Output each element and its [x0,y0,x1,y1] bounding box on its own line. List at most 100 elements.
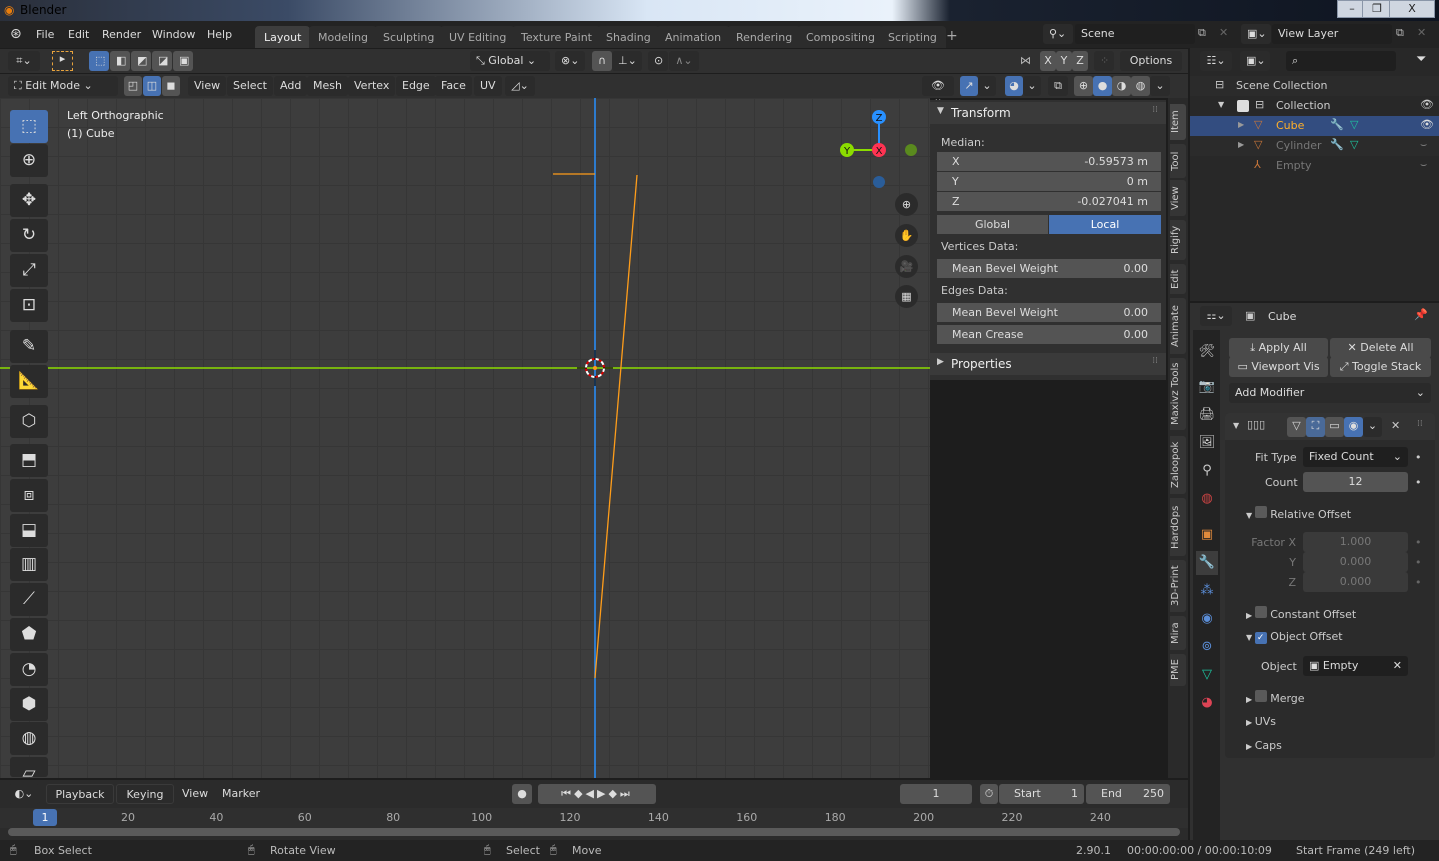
tool-scale[interactable]: ⤢ [10,254,48,287]
current-frame-field[interactable]: 1 [900,784,972,804]
overlays-dropdown-icon[interactable]: ⌄ [1023,76,1041,96]
keyframe-dot-icon[interactable]: • [1415,451,1422,464]
viewport-menu-mesh[interactable]: Mesh [307,76,348,96]
transform-orientation-dropdown[interactable]: ⤡ Global ⌄ [470,51,550,71]
modifier-header[interactable]: ▼ ▯▯▯ ▽ ⛶ ▭ ◉ ⌄ ✕ ⁞⁞ [1225,413,1435,440]
select-subtract-icon[interactable]: ◩ [131,51,151,71]
delete-scene-icon[interactable]: ✕ [1219,26,1228,39]
tool-loop-cut[interactable]: ▥ [10,548,48,581]
tool-cursor[interactable]: ⊕ [10,144,48,177]
properties-tab-material[interactable]: ◕ [1196,691,1218,715]
viewport-menu-vertex[interactable]: Vertex [348,76,396,96]
toggle-stack-button[interactable]: ⤢ Toggle Stack [1330,357,1431,377]
snap-toggle-icon[interactable]: ∩ [592,51,612,71]
tool-poly-build[interactable]: ⬟ [10,618,48,651]
outliner-item-cylinder[interactable]: ▶ ▽ Cylinder 🔧 ▽ ⌣ [1190,136,1439,156]
tool-shrink-fatten[interactable]: ◍ [10,722,48,755]
modifier-wrench-icon[interactable]: 🔧 [1330,138,1344,151]
tool-annotate[interactable]: ✎ [10,330,48,363]
pan-hand-icon[interactable]: ✋ [895,224,918,247]
stopwatch-icon[interactable]: ⏱ [980,784,998,804]
drag-handle-icon[interactable]: ⁞⁞ [1152,356,1158,366]
sidebar-tab-tool[interactable]: Tool [1170,144,1186,178]
properties-tab-physics[interactable]: ◉ [1196,607,1218,631]
editor-type-icon[interactable]: ⌗⌄ [8,51,40,71]
relative-offset-toggle[interactable]: ▼ Relative Offset [1246,506,1351,521]
blender-menu-icon[interactable]: ⊛ [10,26,22,42]
viewport-toggle-icon[interactable]: ▭ [1325,417,1344,437]
viewport-vis-button[interactable]: ▭ Viewport Vis [1229,357,1328,377]
expand-icon[interactable]: ▶ [1238,140,1244,149]
filter-icon[interactable]: ⏷ [1416,52,1426,67]
face-select-icon[interactable]: ◼ [162,76,180,96]
wireframe-shading-icon[interactable]: ⊕ [1074,76,1093,96]
viewport-menu-view[interactable]: View [188,76,227,96]
menu-help[interactable]: Help [207,28,232,41]
tab-compositing[interactable]: Compositing [797,26,884,48]
tab-scripting[interactable]: Scripting [879,26,946,48]
render-toggle-icon[interactable]: ◉ [1344,417,1363,437]
tab-texture-paint[interactable]: Texture Paint [512,26,601,48]
vertex-bevel-weight-field[interactable]: Mean Bevel Weight 0.00 [937,259,1161,278]
edge-select-icon[interactable]: ◫ [143,76,161,96]
timeline-editor-type-icon[interactable]: ◐⌄ [8,784,40,804]
copy-scene-icon[interactable]: ⧉ [1198,26,1206,40]
median-z-field[interactable]: Z -0.027041 m [937,192,1161,211]
material-shading-icon[interactable]: ◑ [1112,76,1131,96]
relative-offset-checkbox[interactable] [1254,506,1267,518]
tab-uv-editing[interactable]: UV Editing [440,26,516,48]
view-layer-icon[interactable]: ▣⌄ [1241,24,1271,44]
close-button[interactable]: X [1389,0,1435,18]
tool-spin[interactable]: ◔ [10,653,48,686]
timeline-scrollbar[interactable] [8,828,1180,836]
menu-render[interactable]: Render [102,28,141,41]
sidebar-tab-pme[interactable]: PME [1170,654,1186,686]
properties-tab-tool[interactable]: 🛠 [1196,340,1218,364]
object-offset-toggle[interactable]: ▼ ✓ Object Offset [1246,630,1343,644]
tool-measure[interactable]: 📐 [10,365,48,398]
gizmo-toggle-icon[interactable]: ↗ [960,76,978,96]
collection-checkbox[interactable] [1237,100,1249,112]
viewport-menu-add[interactable]: Add [274,76,308,96]
edit-mode-toggle-icon[interactable]: ▽ [1287,417,1306,437]
median-x-field[interactable]: X -0.59573 m [937,152,1161,171]
object-offset-checkbox[interactable]: ✓ [1254,632,1267,644]
eye-icon[interactable]: 👁 [1420,118,1434,131]
tool-rotate[interactable]: ↻ [10,219,48,252]
select-intersect-icon[interactable]: ▣ [173,51,193,71]
viewport-menu-select[interactable]: Select [227,76,273,96]
tool-transform[interactable]: ⊡ [10,289,48,322]
tool-shear[interactable]: ▱ [10,757,48,783]
properties-panel-header[interactable]: ▶ Properties ⁞⁞ [930,353,1166,375]
camera-view-icon[interactable]: 🎥 [895,255,918,278]
remove-modifier-icon[interactable]: ✕ [1391,419,1400,432]
offset-object-field[interactable]: ▣ Empty ✕ [1303,656,1408,676]
transform-panel-header[interactable]: ▼ Transform ⁞⁞ [930,102,1166,124]
constant-offset-toggle[interactable]: ▶ Constant Offset [1246,606,1356,621]
keyframe-dot-icon[interactable]: • [1415,576,1422,589]
merge-checkbox[interactable] [1254,690,1267,702]
local-toggle[interactable]: Local [1049,215,1161,234]
mirror-icon[interactable]: ⋈ [1020,54,1031,67]
properties-tab-view-layer[interactable]: 🖼 [1196,431,1218,455]
drag-handle-icon[interactable]: ⁞⁞ [1152,105,1158,115]
outliner-item-cube[interactable]: ▶ ▽ Cube 🔧 ▽ 👁 [1190,116,1439,136]
sidebar-tab-mira[interactable]: Mira [1170,616,1186,650]
timeline-menu-view[interactable]: View [176,784,208,804]
topology-mirror-icon[interactable]: ⁘ [1094,51,1114,71]
viewport-menu-edge[interactable]: Edge [396,76,436,96]
scene-selector-icon[interactable]: ⚲⌄ [1043,24,1073,44]
scene-field[interactable]: Scene [1075,24,1195,44]
perspective-grid-icon[interactable]: ▦ [895,285,918,308]
tool-knife[interactable]: ⟋ [10,583,48,616]
3d-viewport[interactable]: Z Y X Left Orthographic (1) Cube ⊕ ✋ 🎥 ▦ [0,98,930,778]
properties-tab-render[interactable]: 📷 [1196,375,1218,399]
collection-row[interactable]: ▼ ⊟ Collection 👁 [1190,96,1439,116]
sidebar-tab-zaloopok[interactable]: Zaloopok [1170,436,1186,494]
delete-view-layer-icon[interactable]: ✕ [1417,26,1426,39]
keyframe-dot-icon[interactable]: • [1415,476,1422,489]
factor-2-field[interactable]: 0.000 [1303,572,1408,592]
uvs-section[interactable]: ▶ UVs [1246,715,1276,728]
tab-sculpting[interactable]: Sculpting [374,26,444,48]
properties-tab-data[interactable]: ▽ [1196,663,1218,687]
